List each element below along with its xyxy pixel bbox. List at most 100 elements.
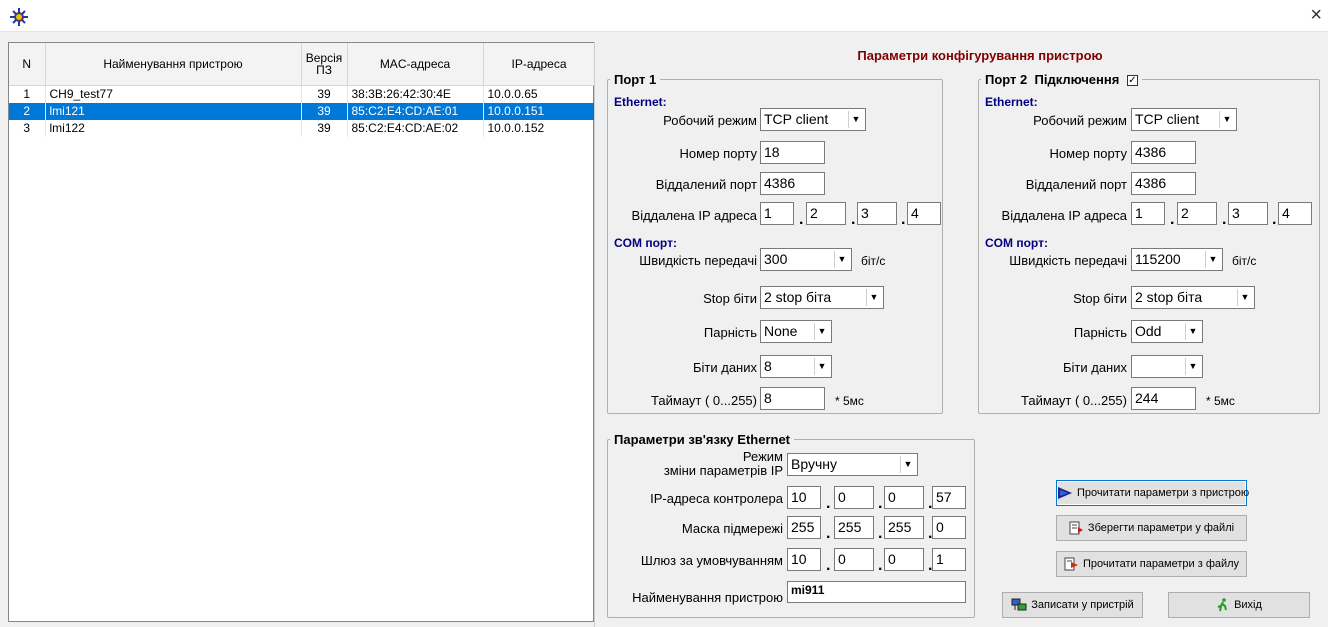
write-to-device-label: Записати у пристрій [1031, 599, 1134, 612]
device-name-input[interactable]: mi911 [787, 581, 966, 603]
read-from-device-button[interactable]: Прочитати параметри з пристрою [1056, 480, 1250, 506]
port1-data-bits-select[interactable]: 8 ▼ [760, 355, 832, 378]
port2-port-number-label: Номер порту [1049, 146, 1127, 161]
table-row[interactable]: 1 CH9_test77 39 38:3B:26:42:30:4E 10.0.0… [9, 85, 596, 103]
port2-timeout-label: Таймаут ( 0...255) [1021, 393, 1127, 408]
port2-com-heading: COM порт: [985, 236, 1048, 250]
play-arrow-icon [1058, 487, 1072, 500]
port1-baud-select[interactable]: 300 ▼ [760, 248, 852, 271]
port2-parity-select[interactable]: Odd ▼ [1131, 320, 1203, 343]
port1-stop-bits-label: Stop біти [703, 291, 757, 306]
port2-stop-bits-select[interactable]: 2 stop біта ▼ [1131, 286, 1255, 309]
save-document-icon [1069, 521, 1083, 535]
port1-remote-ip-octet1[interactable]: 1 [760, 202, 794, 225]
ip-dot: . [878, 557, 883, 574]
read-from-file-label: Прочитати параметри з файлу [1082, 558, 1240, 571]
port2-baud-select[interactable]: 115200 ▼ [1131, 248, 1223, 271]
ip-dot: . [1222, 211, 1227, 228]
ip-dot: . [1272, 211, 1277, 228]
close-icon[interactable]: × [1310, 4, 1322, 26]
subnet-mask-octet2[interactable]: 255 [834, 516, 874, 539]
port2-timeout-input[interactable]: 244 [1131, 387, 1196, 410]
port2-port-number-input[interactable]: 4386 [1131, 141, 1196, 164]
write-to-device-button[interactable]: Записати у пристрій [1002, 592, 1143, 618]
table-row-selected[interactable]: 2 lmi121 39 85:C2:E4:CD:AE:01 10.0.0.151 [9, 102, 596, 120]
cell-n: 3 [9, 119, 46, 137]
cell-name: lmi121 [45, 102, 302, 120]
port2-remote-ip-octet3[interactable]: 3 [1228, 202, 1268, 225]
ethernet-params-legend: Параметри зв'язку Ethernet [614, 432, 791, 447]
ip-mode-label-line1: Режим [742, 449, 783, 464]
ip-mode-label: Режим зміни параметрів IP [612, 450, 783, 478]
port1-data-bits-label: Біти даних [692, 360, 757, 375]
controller-ip-octet4[interactable]: 57 [932, 486, 966, 509]
cell-ip: 10.0.0.65 [483, 85, 596, 103]
port1-parity-select[interactable]: None ▼ [760, 320, 832, 343]
port1-work-mode-value: TCP client [764, 111, 829, 127]
port2-data-bits-label: Біти даних [1062, 360, 1127, 375]
controller-ip-octet2[interactable]: 0 [834, 486, 874, 509]
port1-remote-port-input[interactable]: 4386 [760, 172, 825, 195]
port1-legend: Порт 1 [614, 72, 657, 87]
column-header-name[interactable]: Найменування пристрою [45, 43, 302, 86]
port1-remote-ip-octet3[interactable]: 3 [857, 202, 897, 225]
table-header-row: N Найменування пристрою Версія ПЗ MAC-ад… [9, 43, 596, 86]
port2-remote-ip-octet2[interactable]: 2 [1177, 202, 1217, 225]
device-table-panel: N Найменування пристрою Версія ПЗ MAC-ад… [8, 42, 596, 622]
read-from-device-label: Прочитати параметри з пристрою [1077, 487, 1250, 500]
cell-version: 39 [301, 119, 348, 137]
controller-ip-octet3[interactable]: 0 [884, 486, 924, 509]
column-header-ip[interactable]: IP-адреса [483, 43, 596, 86]
port2-connection-checkbox[interactable]: ✓ [1126, 75, 1138, 87]
column-header-version[interactable]: Версія ПЗ [301, 43, 348, 86]
subnet-mask-octet4[interactable]: 0 [932, 516, 966, 539]
gateway-octet2[interactable]: 0 [834, 548, 874, 571]
chevron-down-icon: ▼ [1185, 323, 1200, 340]
save-to-file-button[interactable]: Зберегти параметри у файлі [1056, 515, 1247, 541]
port1-baud-label: Швидкість передачі [639, 253, 757, 268]
column-header-mac[interactable]: MAC-адреса [347, 43, 484, 86]
subnet-mask-octet1[interactable]: 255 [787, 516, 821, 539]
port1-port-number-input[interactable]: 18 [760, 141, 825, 164]
exit-label: Вихід [1234, 599, 1262, 612]
subnet-mask-octet3[interactable]: 255 [884, 516, 924, 539]
chevron-down-icon: ▼ [900, 456, 915, 473]
port1-baud-value: 300 [764, 251, 788, 267]
gateway-octet4[interactable]: 1 [932, 548, 966, 571]
port2-data-bits-select[interactable]: ▼ [1131, 355, 1203, 378]
port2-remote-ip-octet4[interactable]: 4 [1278, 202, 1312, 225]
column-header-n[interactable]: N [9, 43, 46, 86]
port1-remote-ip-octet2[interactable]: 2 [806, 202, 846, 225]
exit-button[interactable]: Вихід [1168, 592, 1310, 618]
table-row[interactable]: 3 lmi122 39 85:C2:E4:CD:AE:02 10.0.0.152 [9, 119, 596, 137]
port2-remote-ip-octet1[interactable]: 1 [1131, 202, 1165, 225]
port1-parity-label: Парність [703, 325, 757, 340]
gateway-octet1[interactable]: 10 [787, 548, 821, 571]
controller-ip-octet1[interactable]: 10 [787, 486, 821, 509]
port2-parity-value: Odd [1135, 323, 1162, 339]
ip-dot: . [826, 557, 831, 574]
read-from-file-button[interactable]: Прочитати параметри з файлу [1056, 551, 1247, 577]
cell-version: 39 [301, 102, 348, 120]
port2-legend-title: Порт 2 [985, 72, 1028, 87]
port1-stop-bits-select[interactable]: 2 stop біта ▼ [760, 286, 884, 309]
port1-com-heading: COM порт: [614, 236, 677, 250]
port1-remote-ip-octet4[interactable]: 4 [907, 202, 941, 225]
port1-port-number-label: Номер порту [679, 146, 757, 161]
port1-remote-port-label: Віддалений порт [655, 177, 757, 192]
port2-remote-port-input[interactable]: 4386 [1131, 172, 1196, 195]
ip-mode-label-line2: зміни параметрів IP [663, 463, 783, 478]
ip-mode-select[interactable]: Вручну ▼ [787, 453, 918, 476]
running-man-icon [1217, 598, 1228, 612]
port1-work-mode-select[interactable]: TCP client ▼ [760, 108, 866, 131]
gear-app-icon [10, 8, 28, 26]
port2-work-mode-select[interactable]: TCP client ▼ [1131, 108, 1237, 131]
gateway-octet3[interactable]: 0 [884, 548, 924, 571]
open-document-icon [1064, 557, 1078, 571]
ip-dot: . [878, 495, 883, 512]
port1-timeout-input[interactable]: 8 [760, 387, 825, 410]
port1-data-bits-value: 8 [764, 358, 772, 374]
panel-splitter[interactable] [594, 42, 600, 627]
chevron-down-icon: ▼ [814, 358, 829, 375]
network-computers-icon [1011, 598, 1027, 611]
